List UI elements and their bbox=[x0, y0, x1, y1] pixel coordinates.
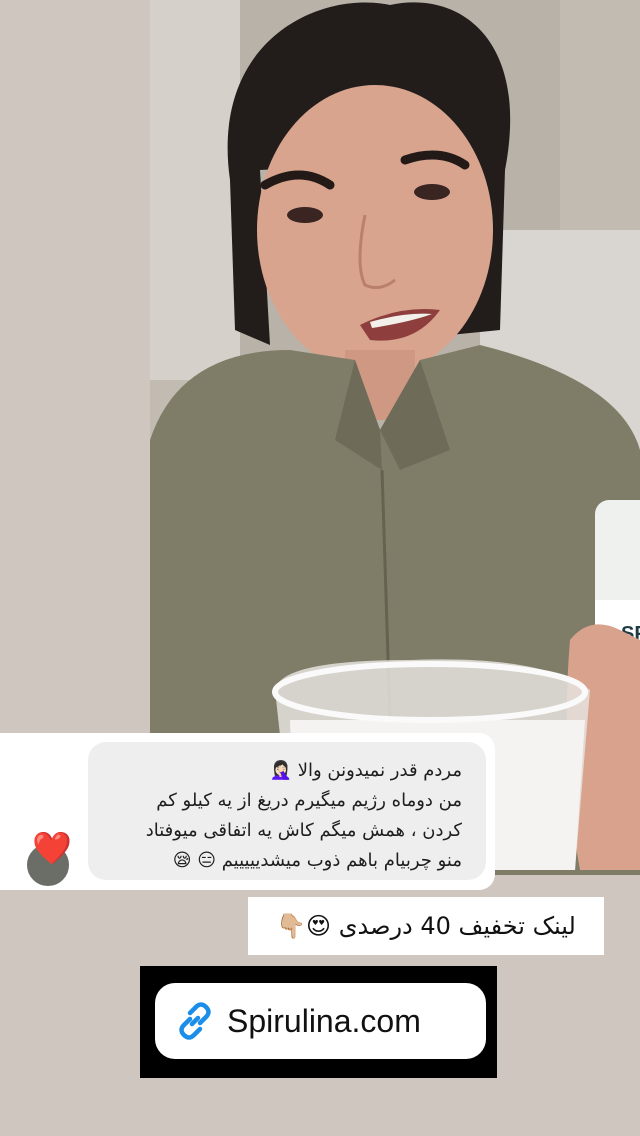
link-sticker-frame: Spirulina.com bbox=[140, 966, 497, 1078]
link-icon bbox=[179, 1002, 211, 1040]
comment-line: من دوماه رژیم میگیرم دریغ از یه کیلو کم bbox=[156, 790, 462, 811]
discount-caption: لینک تخفیف 40 درصدی 😍👇🏼 bbox=[248, 897, 604, 955]
comment-line: کردن ، همش میگم کاش یه اتفاقی میوفتاد bbox=[145, 820, 462, 841]
comment-line: منو چربیام باهم ذوب میشدیییییم 😑 😪 bbox=[172, 850, 462, 871]
comment-line: مردم قدر نمیدونن والا 🤦🏻‍♀️ bbox=[269, 760, 462, 781]
link-label: Spirulina.com bbox=[227, 1002, 421, 1039]
link-sticker[interactable]: Spirulina.com bbox=[155, 983, 486, 1059]
heart-icon: ❤️ bbox=[32, 829, 72, 867]
comment-bubble: مردم قدر نمیدونن والا 🤦🏻‍♀️ من دوماه رژی… bbox=[88, 742, 486, 880]
